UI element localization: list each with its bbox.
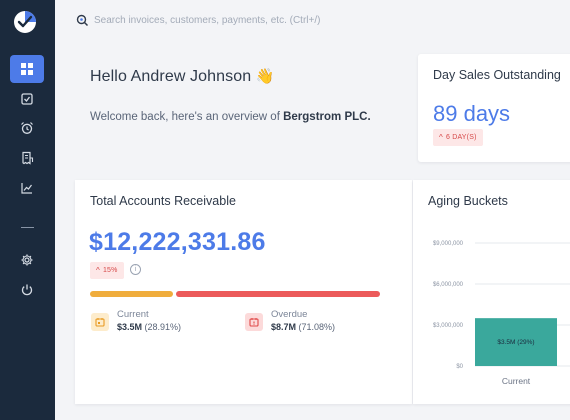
chevron-up-icon: ^	[439, 133, 443, 142]
overdue-legend-icon	[245, 313, 263, 331]
receipt-icon	[22, 151, 34, 165]
sidebar	[0, 0, 55, 420]
current-label: Current	[117, 309, 149, 320]
dso-badge-label: 6 DAY(S)	[445, 134, 477, 141]
current-amount: $3.5M	[117, 322, 143, 332]
overdue-value: $8.7M (71.08%)	[271, 322, 335, 332]
sidebar-item-reminders[interactable]	[10, 114, 44, 142]
search-bar[interactable]	[76, 12, 394, 28]
overdue-amount: $8.7M	[271, 322, 297, 332]
bar-data-label: $3.5M (29%)	[497, 339, 534, 346]
receivable-badge: ^ 15%	[90, 262, 124, 279]
company-name: Bergstrom PLC.	[283, 111, 371, 123]
logo-icon	[14, 11, 36, 33]
current-value: $3.5M (28.91%)	[117, 322, 181, 332]
sidebar-item-settings[interactable]	[10, 246, 44, 274]
chevron-up-icon: ^	[96, 266, 100, 275]
greeting-subtitle: Welcome back, here's an overview of Berg…	[90, 111, 371, 123]
sidebar-item-checklist[interactable]	[10, 85, 44, 113]
dso-badge: ^ 6 DAY(S)	[433, 129, 483, 146]
overdue-progress-bar	[176, 291, 380, 297]
sidebar-item-invoices[interactable]	[10, 144, 44, 172]
wave-emoji: 👋	[255, 68, 275, 85]
page-title: Hello Andrew Johnson 👋	[90, 67, 275, 86]
aging-title: Aging Buckets	[428, 194, 508, 208]
greeting-name: Hello Andrew Johnson	[90, 68, 252, 85]
greeting-subtitle-text: Welcome back, here's an overview of	[90, 111, 284, 123]
checkbox-icon	[21, 93, 33, 105]
sidebar-item-logout[interactable]	[10, 276, 44, 304]
receivable-badge-label: 15%	[102, 267, 118, 274]
sidebar-divider	[21, 227, 34, 228]
current-progress-bar	[90, 291, 173, 297]
receivable-amount: $12,222,331.86	[89, 228, 266, 256]
y-tick-label: $9,000,000	[433, 241, 464, 247]
line-chart-icon	[21, 183, 32, 194]
dso-title: Day Sales Outstanding	[433, 68, 561, 82]
y-tick-label: $3,000,000	[433, 323, 464, 329]
alarm-clock-icon	[21, 122, 33, 134]
info-icon[interactable]: i	[130, 264, 141, 275]
dashboard-icon	[21, 63, 33, 75]
dso-value: 89 days	[433, 101, 511, 126]
gear-icon	[21, 254, 33, 266]
current-percent: (28.91%)	[144, 322, 182, 332]
calendar-alert-icon	[249, 318, 259, 327]
search-icon	[76, 14, 89, 26]
overdue-label: Overdue	[271, 309, 308, 320]
y-tick-label: $6,000,000	[433, 282, 464, 288]
calendar-icon	[95, 318, 105, 327]
x-tick-label: Current	[502, 376, 531, 386]
sidebar-item-reports[interactable]	[10, 174, 44, 202]
search-input[interactable]	[94, 14, 394, 26]
overdue-percent: (71.08%)	[298, 322, 336, 332]
sidebar-item-dashboard[interactable]	[10, 55, 44, 83]
power-icon	[21, 284, 33, 296]
aging-chart: $9,000,000 $6,000,000 $3,000,000 $0 $3.5M (2…	[433, 241, 570, 386]
receivable-title: Total Accounts Receivable	[90, 194, 236, 208]
current-legend-icon	[91, 313, 109, 331]
y-tick-label: $0	[456, 364, 463, 370]
